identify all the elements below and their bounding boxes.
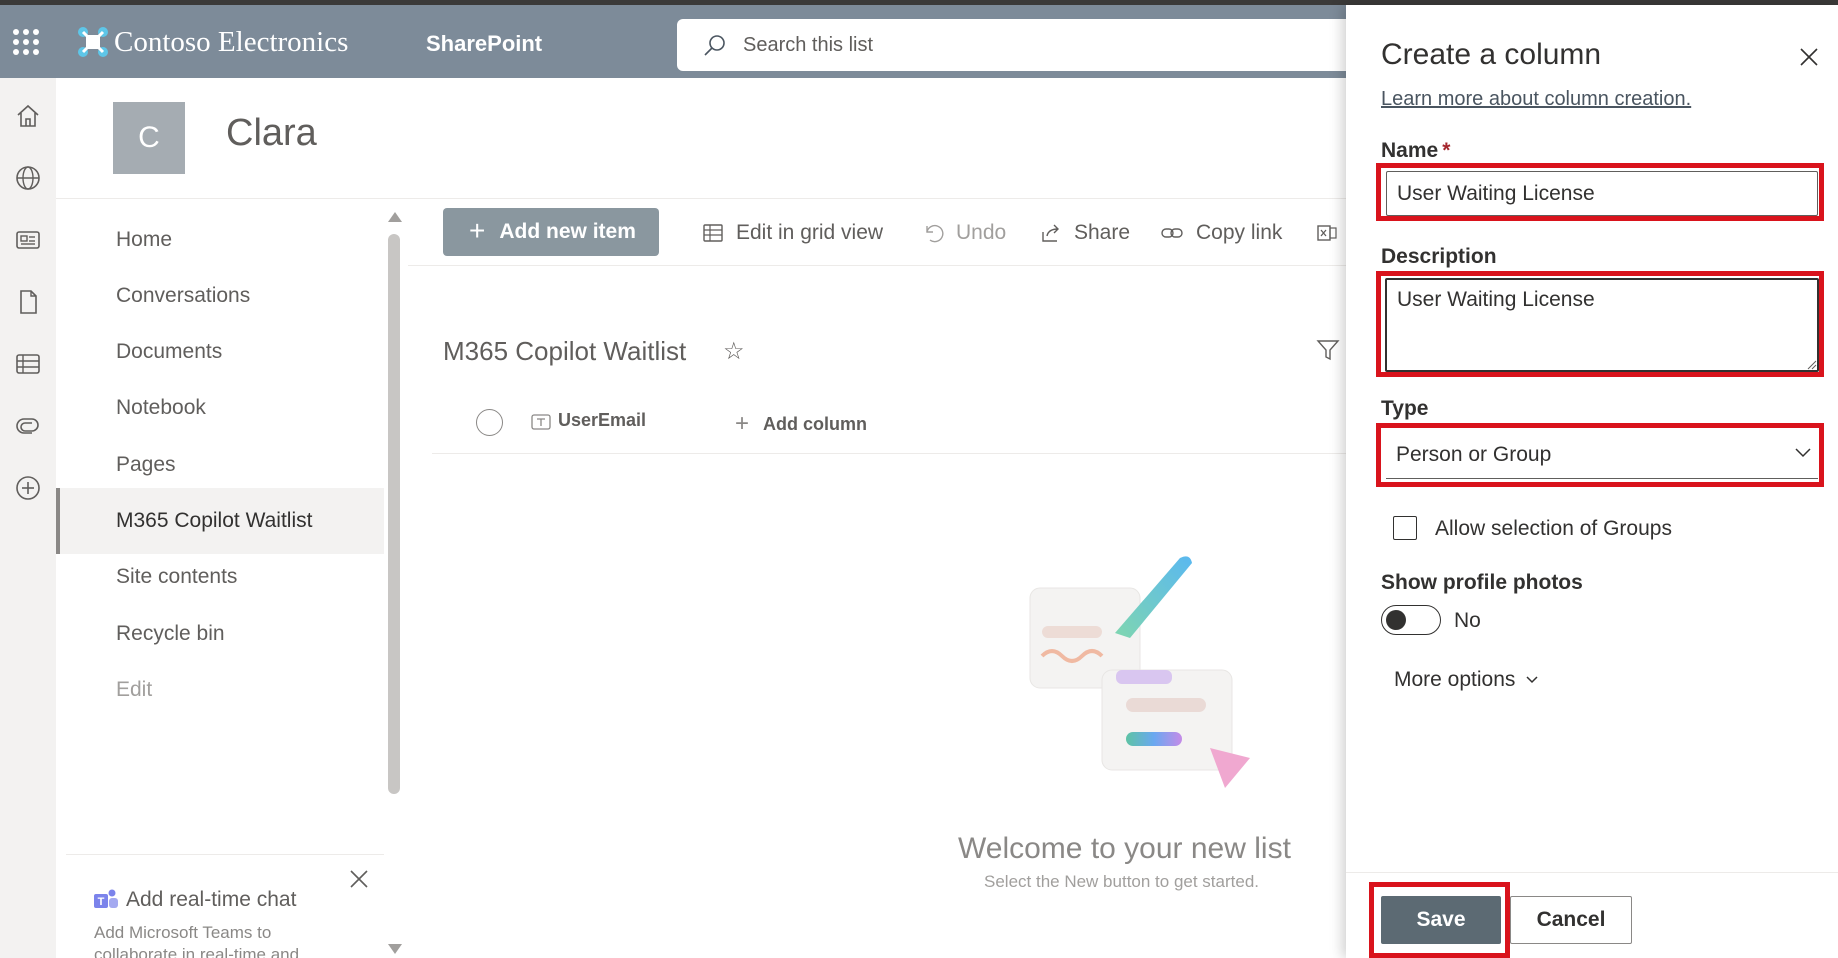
nav-item-label: Home — [116, 228, 173, 251]
contoso-logo-icon — [78, 27, 108, 57]
globe-icon[interactable] — [14, 164, 42, 192]
nav-divider — [66, 854, 384, 855]
more-options-label: More options — [1394, 668, 1516, 691]
home-icon[interactable] — [14, 102, 42, 130]
header-divider — [56, 198, 1346, 199]
nav-item-label: Conversations — [116, 284, 251, 307]
sharepoint-title[interactable]: SharePoint — [426, 31, 542, 57]
panel-footer-divider — [1346, 872, 1838, 873]
allow-groups-checkbox[interactable] — [1393, 516, 1417, 540]
highlight-description-field — [1376, 271, 1824, 377]
add-new-item-button[interactable]: + Add new item — [443, 208, 659, 256]
create-icon[interactable] — [14, 474, 42, 502]
profile-photos-label: Show profile photos — [1381, 571, 1583, 594]
nav-item-label: Pages — [116, 453, 176, 476]
list-title: M365 Copilot Waitlist — [443, 336, 687, 366]
empty-state-subtitle: Select the New button to get started. — [984, 872, 1259, 891]
nav-scrollbar-thumb[interactable] — [388, 234, 400, 794]
description-label: Description — [1381, 245, 1497, 268]
search-box[interactable] — [677, 19, 1377, 71]
profile-photos-toggle[interactable] — [1381, 605, 1441, 635]
panel-title: Create a column — [1381, 38, 1602, 71]
scroll-down-arrow[interactable] — [388, 944, 402, 954]
undo-button[interactable]: Undo — [922, 216, 1006, 250]
site-name[interactable]: Clara — [226, 112, 317, 155]
filter-icon[interactable] — [1316, 338, 1340, 362]
required-asterisk: * — [1442, 139, 1451, 162]
chevron-down-icon — [1526, 676, 1538, 684]
list-icon[interactable] — [14, 350, 42, 378]
teams-icon: T — [94, 889, 118, 908]
name-label: Name * — [1381, 139, 1450, 163]
type-label: Type — [1381, 397, 1429, 420]
site-logo[interactable]: C — [113, 102, 185, 174]
edit-grid-view-label: Edit in grid view — [736, 221, 884, 244]
learn-more-link[interactable]: Learn more about column creation. — [1381, 88, 1691, 111]
nav-item-label: Edit — [116, 678, 153, 701]
edit-grid-view-button[interactable]: Edit in grid view — [702, 216, 883, 250]
app-launcher-icon[interactable] — [13, 29, 39, 55]
chat-promo-title[interactable]: Add real-time chat — [126, 888, 296, 912]
close-icon[interactable] — [348, 868, 370, 890]
add-column-label: Add column — [763, 413, 868, 434]
grid-icon — [703, 224, 723, 242]
scroll-up-arrow[interactable] — [388, 212, 402, 222]
nav-item-label: M365 Copilot Waitlist — [116, 509, 313, 532]
link-icon — [1161, 228, 1183, 238]
app-bar — [0, 78, 56, 958]
left-navigation: Home Conversations Documents Notebook Pa… — [56, 200, 408, 958]
select-all-checkbox[interactable] — [476, 409, 503, 436]
more-options-button[interactable]: More options — [1394, 668, 1539, 692]
text-column-icon — [531, 414, 551, 430]
document-icon[interactable] — [14, 288, 42, 316]
share-icon — [1042, 224, 1059, 242]
nav-item-label: Site contents — [116, 565, 238, 588]
share-label: Share — [1074, 221, 1131, 244]
brand[interactable]: Contoso Electronics — [76, 22, 348, 62]
news-icon[interactable] — [14, 226, 42, 254]
search-input[interactable] — [743, 33, 1303, 57]
plus-icon: + — [469, 214, 486, 246]
nav-item-edit[interactable]: Edit — [56, 657, 384, 723]
name-label-text: Name — [1381, 139, 1439, 162]
plus-icon: + — [735, 410, 750, 437]
column-useremail[interactable]: UserEmail — [558, 410, 646, 431]
nav-item-label: Recycle bin — [116, 622, 225, 645]
add-column-button[interactable]: + Add column — [735, 410, 867, 438]
share-button[interactable]: Share — [1040, 216, 1130, 250]
nav-item-label: Notebook — [116, 396, 206, 419]
loop-icon[interactable] — [14, 412, 42, 440]
favorite-star-icon[interactable]: ☆ — [723, 337, 745, 366]
copy-link-label: Copy link — [1196, 221, 1283, 244]
highlight-type-field — [1376, 423, 1824, 487]
allow-groups-label[interactable]: Allow selection of Groups — [1435, 517, 1672, 541]
profile-photos-state: No — [1454, 609, 1481, 632]
undo-icon — [926, 224, 944, 243]
add-new-item-label: Add new item — [499, 220, 636, 243]
undo-label: Undo — [956, 221, 1007, 244]
excel-icon — [1317, 225, 1337, 241]
brand-name: Contoso Electronics — [114, 25, 349, 58]
close-panel-icon[interactable] — [1798, 46, 1820, 68]
nav-item-label: Documents — [116, 340, 223, 363]
copy-link-button[interactable]: Copy link — [1160, 216, 1282, 250]
highlight-name-field — [1376, 163, 1824, 221]
empty-state-title: Welcome to your new list — [958, 832, 1291, 865]
empty-list-illustration — [1029, 556, 1250, 788]
toggle-knob — [1386, 610, 1406, 630]
highlight-save-button — [1369, 882, 1510, 958]
cancel-button[interactable]: Cancel — [1510, 896, 1632, 944]
search-icon — [704, 35, 725, 56]
chat-promo-description: Add Microsoft Teams to collaborate in re… — [94, 923, 300, 958]
svg-text:T: T — [98, 896, 105, 908]
